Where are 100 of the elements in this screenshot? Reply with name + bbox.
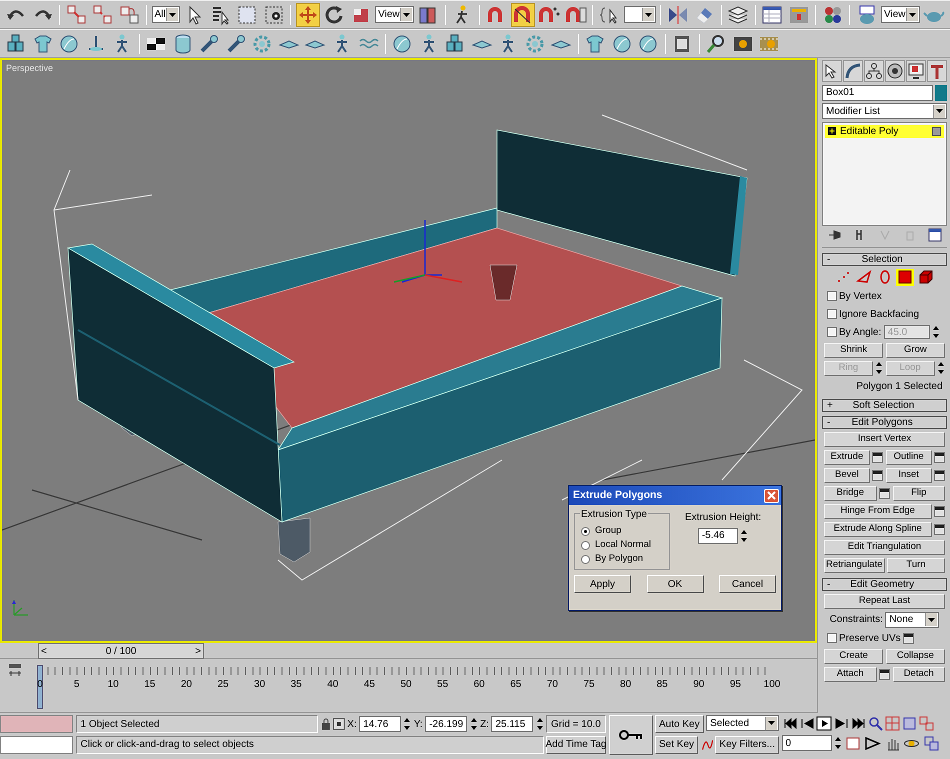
panel-button[interactable]: Hinge From Edge bbox=[824, 504, 932, 518]
checkbox[interactable] bbox=[826, 309, 836, 319]
panel-button[interactable]: Insert Vertex bbox=[824, 432, 945, 446]
triangle-icon[interactable] bbox=[856, 269, 872, 285]
cube-icon[interactable] bbox=[918, 269, 934, 285]
dashed-circle-rectangle-icon[interactable] bbox=[262, 4, 285, 26]
panel-button[interactable]: Attach bbox=[824, 666, 876, 682]
lock-icon[interactable] bbox=[320, 718, 330, 730]
shirt-icon[interactable] bbox=[32, 32, 54, 54]
panel-button[interactable]: Flip bbox=[892, 486, 945, 500]
height-field[interactable]: -5.46 bbox=[698, 528, 738, 544]
settings-button[interactable] bbox=[903, 632, 914, 644]
mirror-icon[interactable] bbox=[666, 4, 688, 26]
settings-button[interactable] bbox=[934, 524, 945, 534]
dropdown[interactable] bbox=[624, 6, 656, 23]
frame-field[interactable]: 0 bbox=[782, 735, 832, 751]
curve-icon[interactable] bbox=[844, 62, 862, 80]
panel-button[interactable]: Create bbox=[824, 648, 884, 664]
magnifier-icon[interactable] bbox=[705, 32, 727, 54]
spinner-arrows[interactable] bbox=[932, 325, 940, 339]
square-icon[interactable] bbox=[897, 269, 913, 285]
settings-button[interactable] bbox=[879, 488, 890, 498]
spinner-arrows[interactable] bbox=[875, 361, 884, 375]
pin-icon[interactable] bbox=[828, 228, 842, 242]
play-icon[interactable] bbox=[816, 715, 832, 732]
rollout-header[interactable]: - Edit Polygons bbox=[822, 416, 947, 428]
expand-icon[interactable] bbox=[828, 127, 836, 135]
skip-start-icon[interactable] bbox=[782, 715, 798, 732]
link-icon[interactable] bbox=[66, 4, 88, 26]
rotate-icon[interactable] bbox=[323, 4, 346, 26]
panel-button[interactable]: Edit Triangulation bbox=[824, 540, 945, 554]
set-key-button[interactable]: Set Key bbox=[655, 736, 698, 754]
square-toggle-icon[interactable] bbox=[932, 126, 941, 136]
time-slider-thumb[interactable]: < 0 / 100 > bbox=[38, 643, 204, 659]
panel-button[interactable]: Outline bbox=[886, 450, 932, 464]
panel-button[interactable]: Extrude bbox=[824, 450, 870, 464]
dots-icon[interactable] bbox=[836, 269, 852, 285]
skip-end-icon[interactable] bbox=[850, 715, 866, 732]
settings-button[interactable] bbox=[934, 452, 945, 462]
zoom-extents-icon[interactable] bbox=[900, 715, 918, 732]
panel-button[interactable]: Bridge bbox=[824, 486, 876, 500]
viewport[interactable]: Perspective Extrude Polygons Extrusion Type Group Local Normal By Polygon Extrusion Height: -5.46 Apply OK Cancel bbox=[0, 58, 817, 643]
panel-button[interactable]: Shrink bbox=[824, 342, 884, 358]
panel-button[interactable]: Detach bbox=[892, 666, 945, 682]
panel-button[interactable]: Inset bbox=[886, 468, 932, 482]
coordinate-field[interactable]: 14.76 bbox=[359, 716, 401, 732]
key-filters-button[interactable]: Key Filters... bbox=[715, 736, 779, 754]
constraints-dropdown[interactable]: None bbox=[885, 612, 940, 628]
dropdown[interactable]: All bbox=[152, 6, 180, 23]
spinner-arrows[interactable] bbox=[937, 361, 945, 375]
time-config-icon[interactable] bbox=[844, 734, 862, 752]
checkbox[interactable] bbox=[826, 291, 836, 301]
sphere-icon[interactable] bbox=[610, 32, 632, 54]
radio-option[interactable]: Group bbox=[581, 524, 663, 538]
wrench-icon[interactable] bbox=[198, 32, 220, 54]
next-frame-arrow[interactable]: > bbox=[195, 644, 201, 658]
absolute-mode-icon[interactable] bbox=[332, 718, 345, 730]
window-grid-icon[interactable] bbox=[928, 228, 942, 242]
panel-button[interactable]: Turn bbox=[887, 558, 945, 572]
prev-frame-arrow[interactable]: < bbox=[41, 644, 47, 658]
dialog-button[interactable]: Cancel bbox=[719, 575, 776, 593]
sphere-icon[interactable] bbox=[391, 32, 413, 54]
coordinate-field[interactable]: -26.199 bbox=[425, 716, 468, 732]
panel-button[interactable]: Extrude Along Spline bbox=[824, 522, 932, 536]
panel-button[interactable]: Grow bbox=[886, 342, 945, 358]
trackbar-menu-icon[interactable] bbox=[8, 663, 22, 678]
panel-button[interactable]: Retriangulate bbox=[824, 558, 885, 572]
shirt-icon[interactable] bbox=[584, 32, 606, 54]
monitor-icon[interactable] bbox=[907, 62, 925, 80]
key-button[interactable] bbox=[608, 715, 652, 755]
add-time-tag-button[interactable]: Add Time Tag bbox=[546, 736, 606, 754]
settings-button[interactable] bbox=[872, 470, 884, 480]
squares-icon[interactable] bbox=[118, 4, 140, 26]
dialog-button[interactable]: OK bbox=[646, 575, 704, 593]
radio-option[interactable]: By Polygon bbox=[581, 552, 663, 566]
settings-button[interactable] bbox=[872, 452, 884, 462]
zoom-icon[interactable] bbox=[866, 715, 884, 732]
spinner-arrows[interactable] bbox=[536, 717, 544, 731]
settings-button[interactable] bbox=[934, 506, 945, 516]
panel-button[interactable]: Collapse bbox=[886, 648, 945, 664]
stacked-layers-icon[interactable] bbox=[727, 4, 749, 26]
hammer-icon[interactable] bbox=[928, 62, 946, 80]
panel-button[interactable]: Bevel bbox=[824, 468, 870, 482]
dropdown[interactable]: View bbox=[881, 6, 920, 23]
spinner-arrows[interactable] bbox=[834, 736, 842, 750]
auto-key-button[interactable]: Auto Key bbox=[655, 715, 704, 733]
frame-marker[interactable] bbox=[37, 665, 43, 709]
modifier-list-dropdown[interactable]: Modifier List bbox=[822, 103, 947, 119]
hierarchy-icon[interactable] bbox=[865, 62, 883, 80]
panel-button[interactable]: Repeat Last bbox=[824, 594, 945, 608]
maximize-icon[interactable] bbox=[922, 734, 940, 752]
key-mode-dropdown[interactable]: Selected bbox=[706, 715, 779, 731]
settings-button[interactable] bbox=[879, 668, 890, 680]
spinner-arrows[interactable] bbox=[740, 528, 748, 542]
checkbox[interactable] bbox=[826, 633, 836, 643]
name-field[interactable]: Box01 bbox=[822, 84, 932, 100]
dropdown[interactable]: View bbox=[375, 6, 414, 23]
coordinate-field[interactable]: 25.115 bbox=[491, 716, 534, 732]
spreadsheet-icon[interactable] bbox=[761, 4, 783, 26]
spinner-arrows[interactable] bbox=[403, 717, 412, 731]
